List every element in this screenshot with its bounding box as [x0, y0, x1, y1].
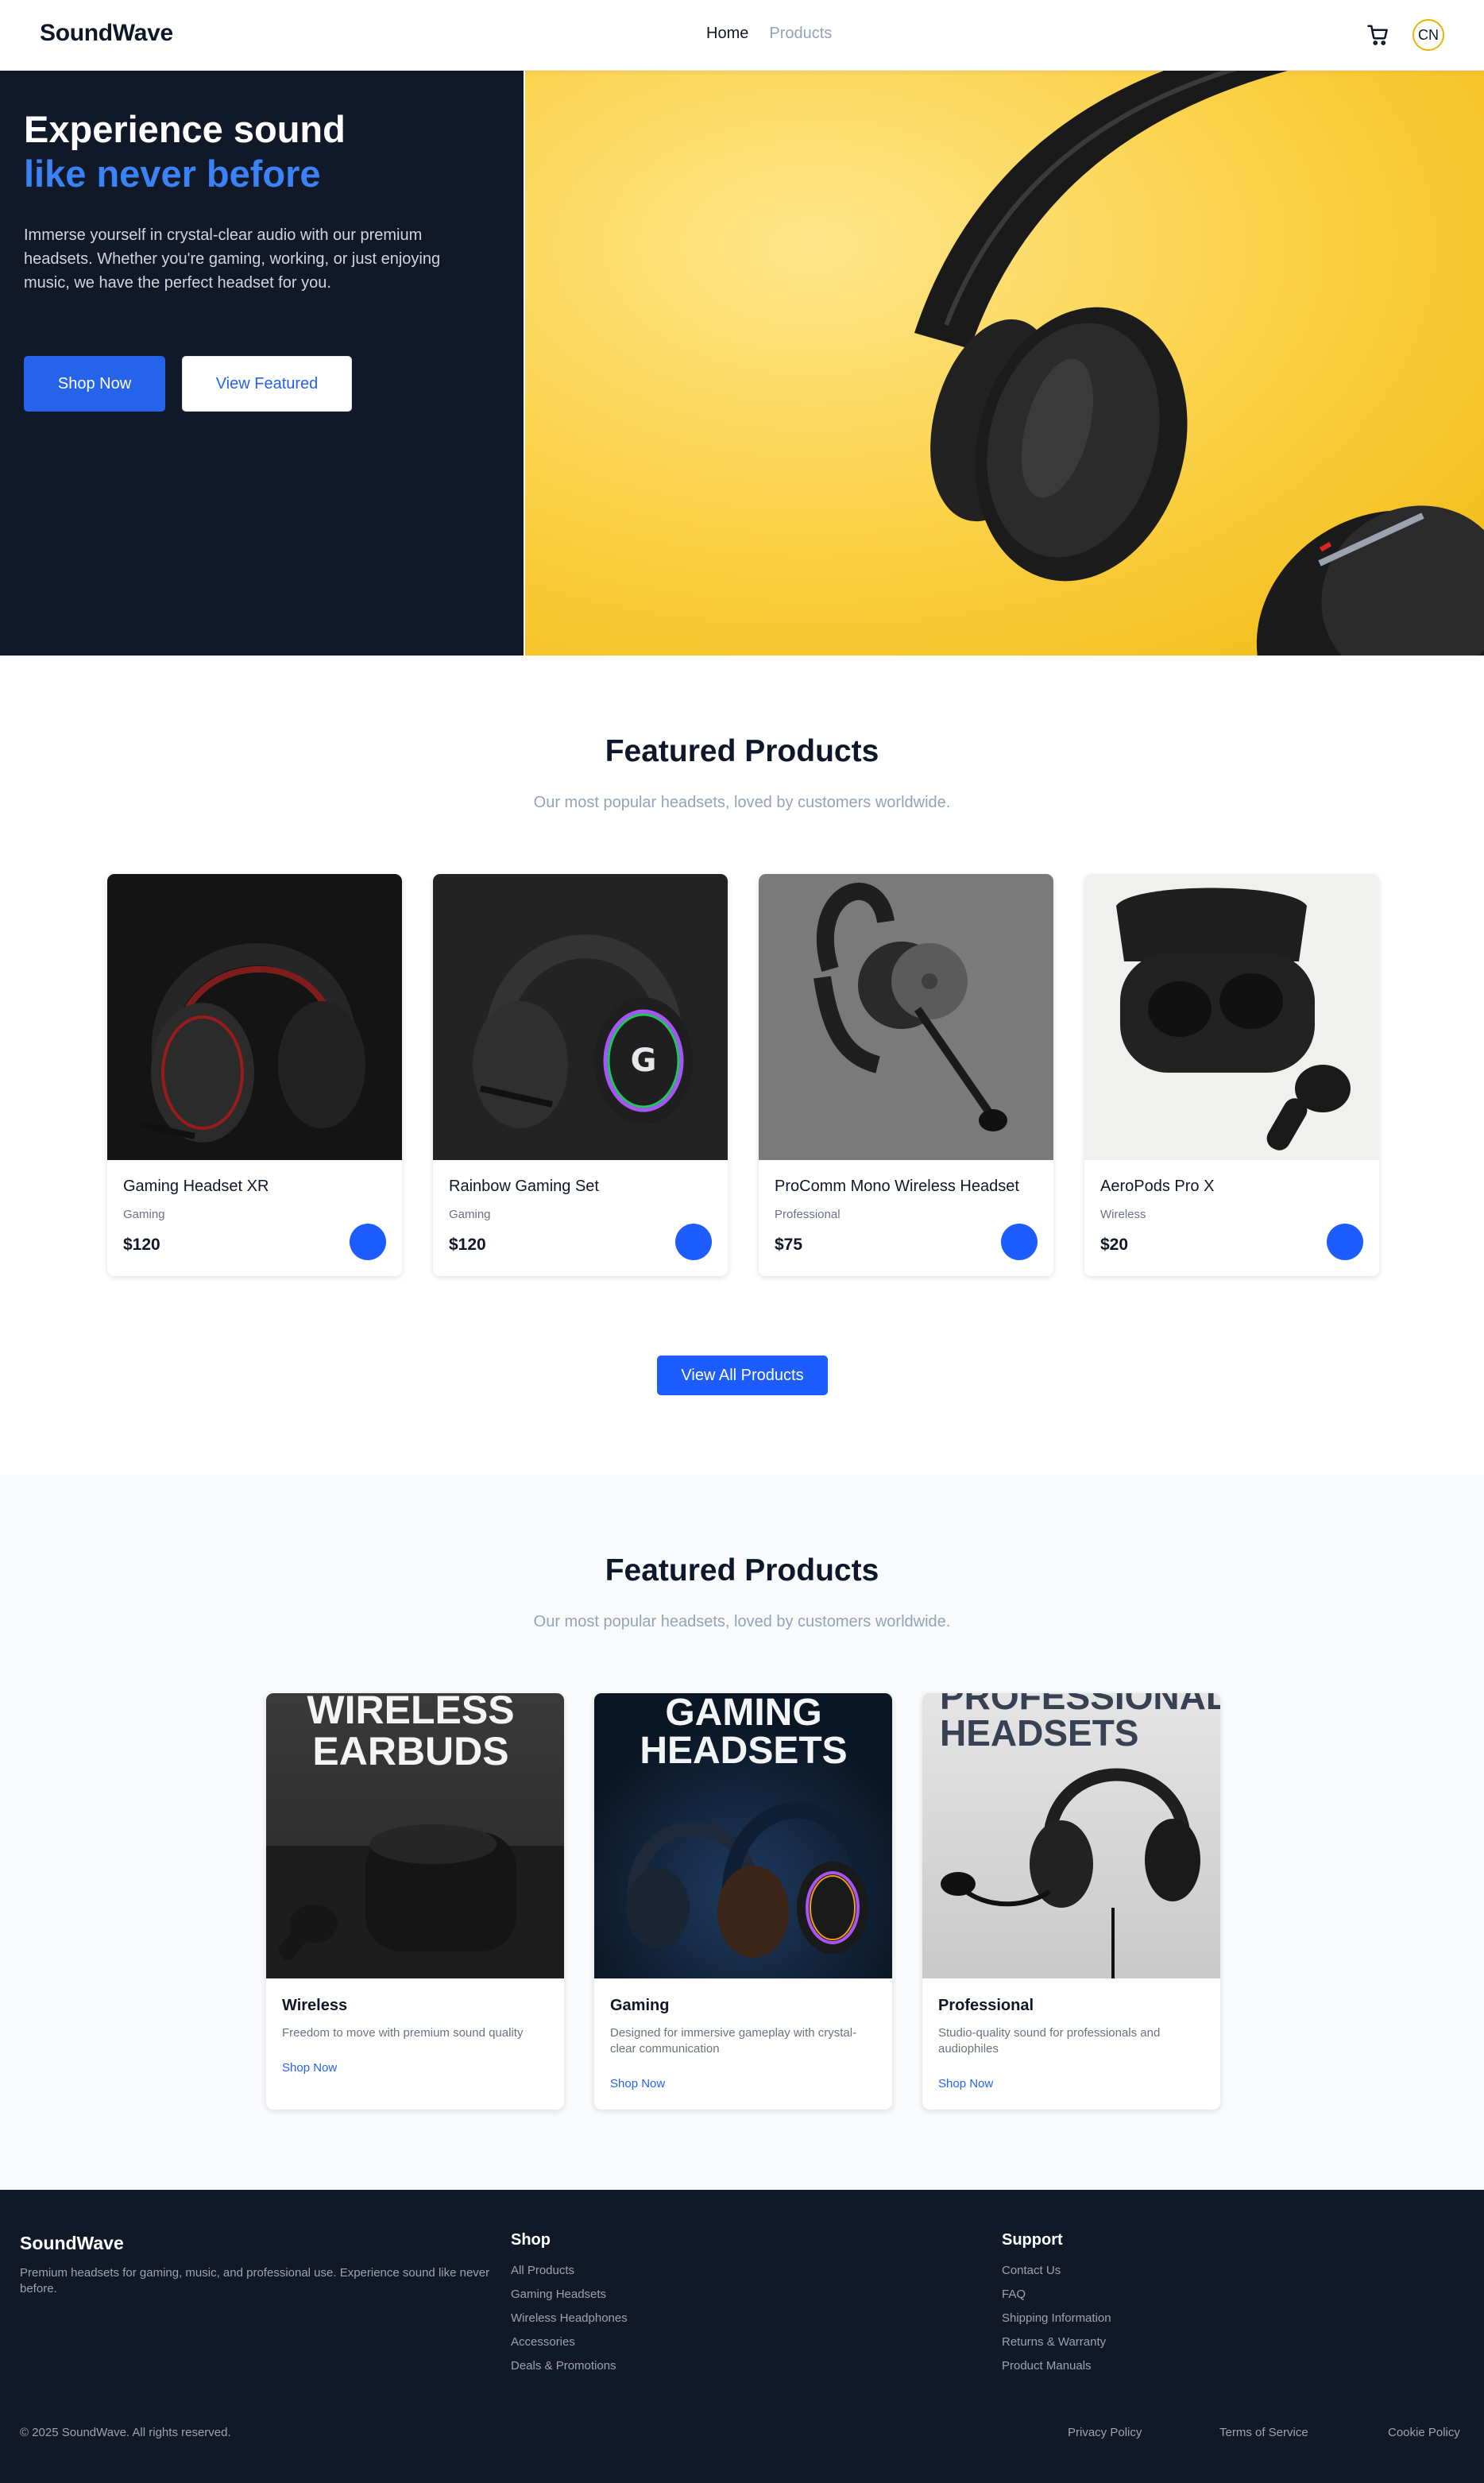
view-featured-button[interactable]: View Featured — [182, 356, 352, 412]
product-name: ProComm Mono Wireless Headset — [775, 1178, 1019, 1195]
footer-link[interactable]: Wireless Headphones — [511, 2311, 628, 2334]
footer-shop-title: Shop — [511, 2231, 551, 2249]
footer-link[interactable]: Shipping Information — [1002, 2311, 1111, 2334]
nav-home-link[interactable]: Home — [706, 25, 748, 43]
product-price: $120 — [123, 1236, 160, 1254]
category-description: Designed for immersive gameplay with cry… — [610, 2026, 857, 2056]
footer-support-links: Contact Us FAQ Shipping Information Retu… — [1002, 2263, 1111, 2382]
categories-subtitle: Our most popular headsets, loved by cust… — [533, 1613, 951, 1630]
product-image — [1084, 874, 1379, 1160]
product-image — [759, 874, 1053, 1160]
hero-section: Experience sound like never before Immer… — [0, 71, 1484, 656]
category-shop-now-link[interactable]: Shop Now — [938, 2077, 993, 2090]
shop-now-button[interactable]: Shop Now — [24, 356, 165, 412]
site-logo[interactable]: SoundWave — [40, 20, 173, 47]
category-name: Professional — [938, 1997, 1034, 2014]
featured-subtitle: Our most popular headsets, loved by cust… — [533, 794, 951, 811]
add-to-cart-button[interactable] — [675, 1224, 712, 1260]
product-category: Professional — [775, 1208, 841, 1221]
product-card[interactable]: G Rainbow Gaming Set Gaming $120 — [433, 874, 728, 1276]
hero-content: Experience sound like never before Immer… — [0, 71, 524, 656]
footer-link[interactable]: Gaming Headsets — [511, 2287, 628, 2311]
image-title-line1: WIRELESS — [307, 1693, 514, 1732]
product-price: $120 — [449, 1236, 486, 1254]
main-nav: Home Products — [706, 25, 832, 43]
cookie-policy-link[interactable]: Cookie Policy — [1388, 2426, 1460, 2439]
product-card[interactable]: AeroPods Pro X Wireless $20 — [1084, 874, 1379, 1276]
add-to-cart-button[interactable] — [350, 1224, 386, 1260]
category-name: Wireless — [282, 1997, 348, 2014]
copyright: © 2025 SoundWave. All rights reserved. — [20, 2426, 231, 2439]
product-name: Gaming Headset XR — [123, 1178, 269, 1195]
category-card-gaming[interactable]: GAMING HEADSETS Gaming Designed for imme… — [594, 1693, 892, 2110]
add-to-cart-button[interactable] — [1327, 1224, 1363, 1260]
product-category: Gaming — [449, 1208, 491, 1221]
site-header: SoundWave Home Products CN — [0, 0, 1484, 71]
category-name: Gaming — [610, 1997, 670, 2014]
category-card-wireless[interactable]: WIRELESS EARBUDS Wireless Freedom to mov… — [266, 1693, 564, 2110]
hero-title: Experience sound like never before — [24, 107, 346, 196]
category-description: Freedom to move with premium sound quali… — [282, 2026, 524, 2040]
footer-link[interactable]: Deals & Promotions — [511, 2358, 628, 2382]
product-name: AeroPods Pro X — [1100, 1178, 1215, 1195]
category-image: PROFESSIONAL HEADSETS — [922, 1693, 1220, 1978]
category-image: GAMING HEADSETS — [594, 1693, 892, 1978]
product-category: Gaming — [123, 1208, 165, 1221]
footer-support-title: Support — [1002, 2231, 1063, 2249]
product-image: G — [433, 874, 728, 1160]
hero-title-line1: Experience sound — [24, 108, 346, 150]
footer-about: Premium headsets for gaming, music, and … — [20, 2266, 490, 2295]
hero-description: Immerse yourself in crystal-clear audio … — [24, 226, 441, 292]
categories-title: Featured Products — [605, 1553, 879, 1588]
nav-products-link[interactable]: Products — [769, 25, 832, 43]
image-title-line1: GAMING — [665, 1693, 821, 1734]
footer-link[interactable]: Contact Us — [1002, 2263, 1111, 2287]
product-name: Rainbow Gaming Set — [449, 1178, 599, 1195]
privacy-policy-link[interactable]: Privacy Policy — [1068, 2426, 1142, 2439]
site-footer: SoundWave Premium headsets for gaming, m… — [0, 2190, 1484, 2483]
svg-text:G: G — [631, 1042, 657, 1079]
featured-title: Featured Products — [605, 734, 879, 768]
product-image — [107, 874, 402, 1160]
product-category: Wireless — [1100, 1208, 1146, 1221]
hero-headphones-image — [525, 71, 1484, 656]
view-all-products-button[interactable]: View All Products — [657, 1356, 828, 1395]
user-avatar[interactable]: CN — [1413, 19, 1444, 51]
category-shop-now-link[interactable]: Shop Now — [610, 2077, 665, 2090]
category-image: WIRELESS EARBUDS — [266, 1693, 564, 1978]
terms-of-service-link[interactable]: Terms of Service — [1219, 2426, 1308, 2439]
footer-link[interactable]: Accessories — [511, 2334, 628, 2358]
footer-link[interactable]: All Products — [511, 2263, 628, 2287]
product-price: $75 — [775, 1236, 803, 1254]
image-title-line2: HEADSETS — [940, 1712, 1138, 1754]
footer-brand: SoundWave — [20, 2233, 124, 2253]
hero-title-line2: like never before — [24, 153, 321, 195]
product-card[interactable]: Gaming Headset XR Gaming $120 — [107, 874, 402, 1276]
product-price: $20 — [1100, 1236, 1129, 1254]
image-title-line2: EARBUDS — [312, 1729, 508, 1773]
cart-icon[interactable] — [1366, 23, 1390, 47]
category-shop-now-link[interactable]: Shop Now — [282, 2061, 337, 2075]
add-to-cart-button[interactable] — [1001, 1224, 1038, 1260]
image-title-line2: HEADSETS — [640, 1730, 847, 1772]
category-card-professional[interactable]: PROFESSIONAL HEADSETS Professional Studi… — [922, 1693, 1220, 2110]
footer-link[interactable]: FAQ — [1002, 2287, 1111, 2311]
footer-link[interactable]: Returns & Warranty — [1002, 2334, 1111, 2358]
footer-link[interactable]: Product Manuals — [1002, 2358, 1111, 2382]
product-card[interactable]: ProComm Mono Wireless Headset Profession… — [759, 874, 1053, 1276]
category-description: Studio-quality sound for professionals a… — [938, 2026, 1161, 2056]
footer-shop-links: All Products Gaming Headsets Wireless He… — [511, 2263, 628, 2382]
